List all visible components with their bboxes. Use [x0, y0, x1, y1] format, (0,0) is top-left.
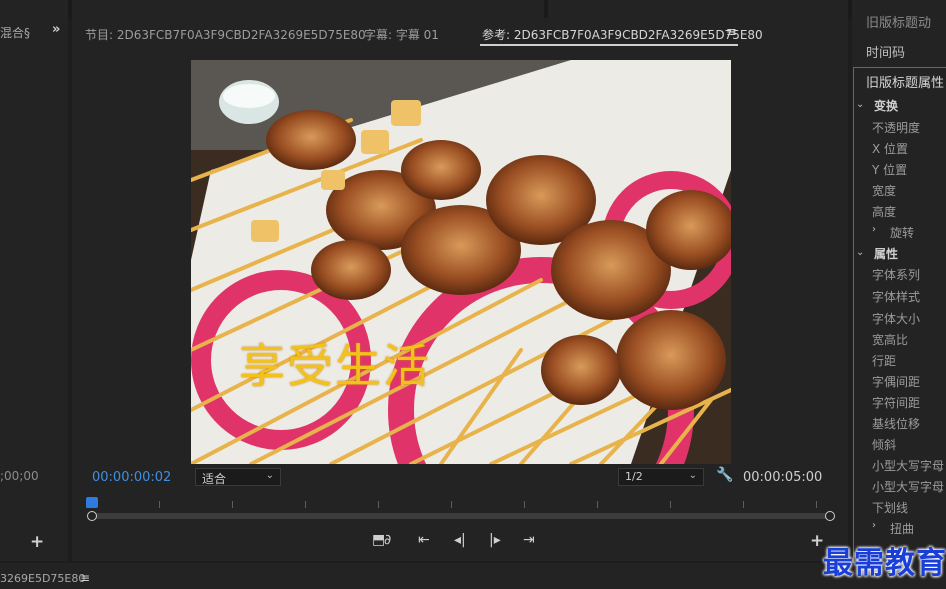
top-strip-mid: [72, 0, 544, 18]
prop-distort[interactable]: 扭曲: [890, 520, 914, 537]
prop-width[interactable]: 宽度: [872, 182, 896, 199]
playback-resolution-select[interactable]: 1/2 ⌄: [618, 468, 704, 486]
prop-small-caps-size[interactable]: 小型大写字母: [872, 478, 944, 495]
prop-font-family[interactable]: 字体系列: [872, 266, 920, 283]
current-timecode[interactable]: 00:00:00:02: [92, 470, 171, 485]
chevron-right-icon[interactable]: ›: [872, 520, 876, 531]
mixer-timecode: ;00;00: [0, 469, 39, 483]
link-icon[interactable]: ∂: [384, 532, 391, 548]
chevron-down-icon[interactable]: ⌄: [856, 247, 864, 258]
audio-mixer-panel: 混合§ » ;00;00 +: [0, 18, 68, 561]
caption-text: 享受生活: [239, 339, 431, 393]
prop-tracking[interactable]: 字符间距: [872, 394, 920, 411]
prop-height[interactable]: 高度: [872, 203, 896, 220]
prop-aspect[interactable]: 宽高比: [872, 331, 908, 348]
tab-timeline-sequence[interactable]: 3269E5D75E80: [0, 572, 85, 585]
legacy-title-properties-panel: 旧版标题动 时间码 旧版标题属性 ⌄ 变换 不透明度 X 位置 Y 位置 宽度 …: [852, 0, 946, 589]
watermark-logo: 最需教育: [823, 546, 946, 581]
prop-font-size[interactable]: 字体大小: [872, 310, 920, 327]
chevron-down-icon: ⌄: [688, 470, 697, 481]
chevron-down-icon: ⌄: [265, 470, 274, 481]
hamburger-icon[interactable]: ≡: [80, 571, 90, 585]
wrench-settings-icon[interactable]: 🔧: [716, 467, 733, 483]
prop-y-position[interactable]: Y 位置: [872, 161, 907, 178]
zoom-fit-select[interactable]: 适合 ⌄: [195, 468, 281, 486]
tab-timecode[interactable]: 时间码: [866, 42, 905, 61]
top-strip: [0, 0, 946, 18]
top-strip-left: [0, 0, 68, 18]
step-back-icon[interactable]: ◂|: [454, 532, 466, 548]
panel-overflow-chevron-icon[interactable]: »: [52, 22, 60, 37]
food-image: [191, 60, 731, 464]
properties-title: 旧版标题属性: [866, 76, 945, 91]
scrollbar-start-handle[interactable]: [87, 511, 97, 521]
prop-small-caps[interactable]: 小型大写字母: [872, 457, 944, 474]
scrollbar-end-handle[interactable]: [825, 511, 835, 521]
active-tab-underline: [480, 44, 738, 46]
group-transform[interactable]: 变换: [874, 97, 898, 114]
zoom-fit-value: 适合: [202, 472, 227, 486]
step-forward-icon[interactable]: |▸: [489, 532, 501, 548]
go-to-out-icon[interactable]: ⇥: [523, 532, 535, 548]
video-frame: 享受生活: [191, 60, 731, 464]
mixer-add-icon[interactable]: +: [30, 532, 44, 552]
tab-reference-monitor[interactable]: 参考: 2D63FCB7F0A3F9CBD2FA3269E5D75E80: [482, 26, 763, 43]
timeline-tab-strip: 3269E5D75E80 ≡: [0, 563, 946, 589]
audio-mixer-tab[interactable]: 混合§: [0, 24, 30, 41]
playhead[interactable]: [86, 497, 98, 508]
top-strip-right: [548, 0, 848, 18]
time-ruler[interactable]: [86, 496, 832, 508]
hamburger-icon[interactable]: ≡: [726, 25, 737, 40]
reference-monitor-panel: 节目: 2D63FCB7F0A3F9CBD2FA3269E5D75E80 字幕:…: [72, 18, 848, 561]
chevron-down-icon[interactable]: ⌄: [856, 99, 864, 110]
chevron-right-icon[interactable]: ›: [872, 224, 876, 235]
playback-resolution-value: 1/2: [625, 470, 643, 483]
duration-timecode: 00:00:05:00: [743, 470, 823, 485]
prop-font-style[interactable]: 字体样式: [872, 288, 920, 305]
zoom-scrollbar[interactable]: [92, 513, 830, 519]
prop-rotation[interactable]: 旋转: [890, 224, 914, 241]
prop-baseline-shift[interactable]: 基线位移: [872, 415, 920, 432]
group-properties[interactable]: 属性: [874, 245, 898, 262]
prop-kerning[interactable]: 字偶间距: [872, 373, 920, 390]
tab-captions[interactable]: 字幕: 字幕 01: [364, 26, 439, 43]
prop-underline[interactable]: 下划线: [872, 499, 908, 516]
tab-program-monitor[interactable]: 节目: 2D63FCB7F0A3F9CBD2FA3269E5D75E80: [85, 26, 366, 43]
prop-leading[interactable]: 行距: [872, 352, 896, 369]
go-to-in-icon[interactable]: ⇤: [418, 532, 430, 548]
prop-slant[interactable]: 倾斜: [872, 436, 896, 453]
prop-opacity[interactable]: 不透明度: [872, 119, 920, 136]
legacy-title-actions-tab[interactable]: 旧版标题动: [866, 12, 931, 31]
prop-x-position[interactable]: X 位置: [872, 140, 908, 157]
